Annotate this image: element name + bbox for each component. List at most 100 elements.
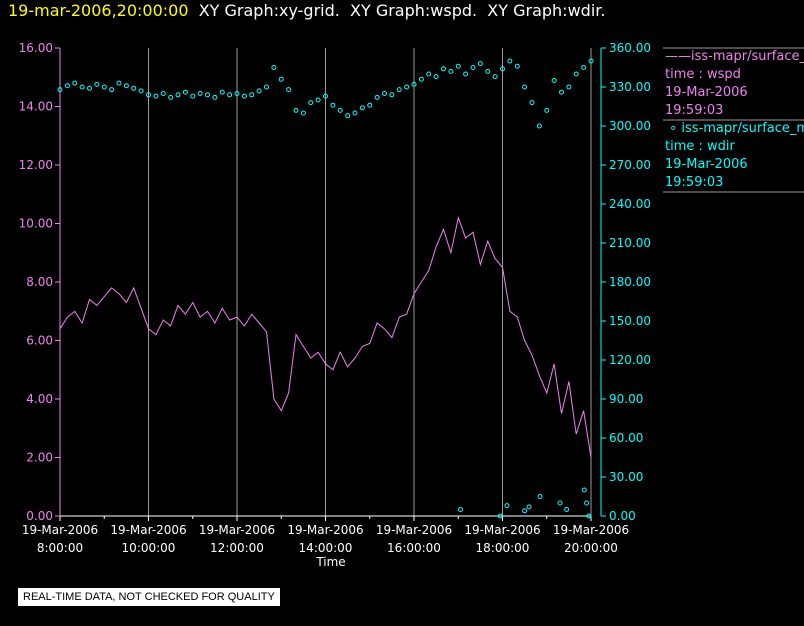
- x-tick-date: 19-Mar-2006: [553, 523, 629, 537]
- wdir-point: [566, 84, 572, 90]
- y-right-tick-label: 150.00: [609, 314, 651, 328]
- legend-var: time : wspd: [665, 67, 741, 82]
- y-right-tick-label: 330.00: [609, 80, 651, 94]
- wdir-point: [581, 65, 587, 70]
- wdir-point: [308, 100, 314, 106]
- wdir-point: [227, 92, 233, 98]
- x-axis-label: Time: [315, 555, 345, 569]
- y-left-tick-label: 6.00: [26, 334, 53, 348]
- wdir-point: [153, 93, 159, 99]
- wdir-point: [72, 80, 78, 86]
- wdir-point: [190, 93, 196, 99]
- legend-date: 19-Mar-2006: [665, 157, 748, 172]
- legend-entry-wdir: ∘ iss-mapr/surface_m time : wdir 19-Mar-…: [665, 120, 804, 192]
- wdir-point: [116, 80, 122, 86]
- wdir-point: [109, 87, 115, 93]
- y-left-tick-label: 2.00: [26, 451, 53, 465]
- y-right-tick-label: 60.00: [609, 431, 643, 445]
- wdir-point: [94, 81, 100, 87]
- wdir-point: [441, 66, 446, 72]
- wdir-point: [457, 507, 463, 512]
- x-tick-date: 19-Mar-2006: [287, 523, 363, 537]
- wdir-point: [463, 71, 469, 77]
- wdir-point: [293, 107, 299, 113]
- wdir-point: [138, 88, 144, 94]
- x-tick-time: 20:00:00: [564, 541, 618, 555]
- wdir-point: [205, 92, 210, 98]
- wdir-point: [271, 65, 277, 70]
- wdir-point: [396, 87, 402, 93]
- wdir-point: [404, 84, 410, 90]
- y-left-tick-label: 16.00: [19, 41, 53, 55]
- wdir-point: [101, 84, 107, 90]
- wdir-point: [514, 63, 520, 69]
- wdir-point: [367, 102, 373, 108]
- wdir-point: [182, 89, 188, 95]
- x-tick-date: 19-Mar-2006: [199, 523, 275, 537]
- wdir-point: [249, 92, 255, 98]
- wdir-point: [87, 85, 92, 91]
- wdir-point: [433, 74, 439, 80]
- legend-line-icon: ——: [665, 49, 691, 64]
- wdir-point: [426, 71, 432, 77]
- wdir-point: [504, 503, 510, 509]
- wdir-point: [564, 507, 570, 512]
- wdir-point: [382, 91, 387, 96]
- legend-time: 19:59:03: [665, 175, 724, 190]
- y-left-tick-label: 4.00: [26, 392, 53, 406]
- wdir-point: [315, 97, 321, 103]
- wdir-point: [64, 83, 70, 89]
- wdir-point: [507, 58, 513, 64]
- x-tick-date: 19-Mar-2006: [110, 523, 186, 537]
- y-left-tick-label: 10.00: [19, 217, 53, 231]
- x-tick-time: 12:00:00: [210, 541, 264, 555]
- legend-var: time : wdir: [665, 139, 735, 154]
- wdir-point: [448, 68, 454, 74]
- legend-label: iss-mapr/surface_m: [691, 49, 804, 64]
- y-right-tick-label: 210.00: [609, 236, 651, 250]
- wdir-point: [264, 84, 269, 90]
- wdir-point: [529, 100, 535, 106]
- y-left-tick-label: 8.00: [26, 275, 53, 289]
- x-tick-time: 10:00:00: [122, 541, 176, 555]
- wdir-point: [374, 94, 380, 100]
- x-tick-date: 19-Mar-2006: [464, 523, 540, 537]
- wdir-point: [352, 110, 358, 116]
- legend-entry-wspd: ——iss-mapr/surface_m time : wspd 19-Mar-…: [665, 48, 804, 120]
- wdir-point: [573, 71, 579, 77]
- y-left-tick-label: 12.00: [19, 158, 53, 172]
- wdir-point: [175, 92, 181, 98]
- wdir-point: [537, 494, 543, 499]
- wdir-point: [477, 61, 483, 67]
- wdir-point: [241, 93, 247, 99]
- x-tick-date: 19-Mar-2006: [376, 523, 452, 537]
- wdir-point: [418, 76, 424, 82]
- wdir-point: [584, 500, 590, 506]
- legend-circle-icon: ∘: [665, 121, 682, 136]
- y-left-tick-label: 14.00: [19, 100, 53, 114]
- wdir-point: [526, 504, 532, 510]
- legend-time: 19:59:03: [665, 103, 724, 118]
- wdir-point: [123, 83, 129, 89]
- wdir-point: [492, 74, 498, 80]
- y-right-tick-label: 90.00: [609, 392, 643, 406]
- x-tick-time: 14:00:00: [299, 541, 353, 555]
- y-right-tick-label: 360.00: [609, 41, 651, 55]
- y-right-tick-label: 300.00: [609, 119, 651, 133]
- wdir-point: [278, 76, 284, 82]
- wdir-point: [522, 84, 528, 90]
- x-tick-date: 19-Mar-2006: [22, 523, 98, 537]
- wdir-point: [131, 85, 137, 91]
- y-right-tick-label: 240.00: [609, 197, 651, 211]
- wdir-point: [300, 110, 306, 116]
- legend-date: 19-Mar-2006: [665, 85, 748, 100]
- wdir-point: [160, 91, 166, 96]
- wdir-point: [359, 105, 365, 111]
- y-right-tick-label: 270.00: [609, 158, 651, 172]
- wdir-point: [522, 508, 528, 514]
- y-right-tick-label: 0.00: [609, 509, 636, 523]
- wdir-point: [557, 500, 563, 506]
- y-right-tick-label: 120.00: [609, 353, 651, 367]
- wdir-point: [330, 102, 336, 108]
- wdir-point: [551, 78, 557, 83]
